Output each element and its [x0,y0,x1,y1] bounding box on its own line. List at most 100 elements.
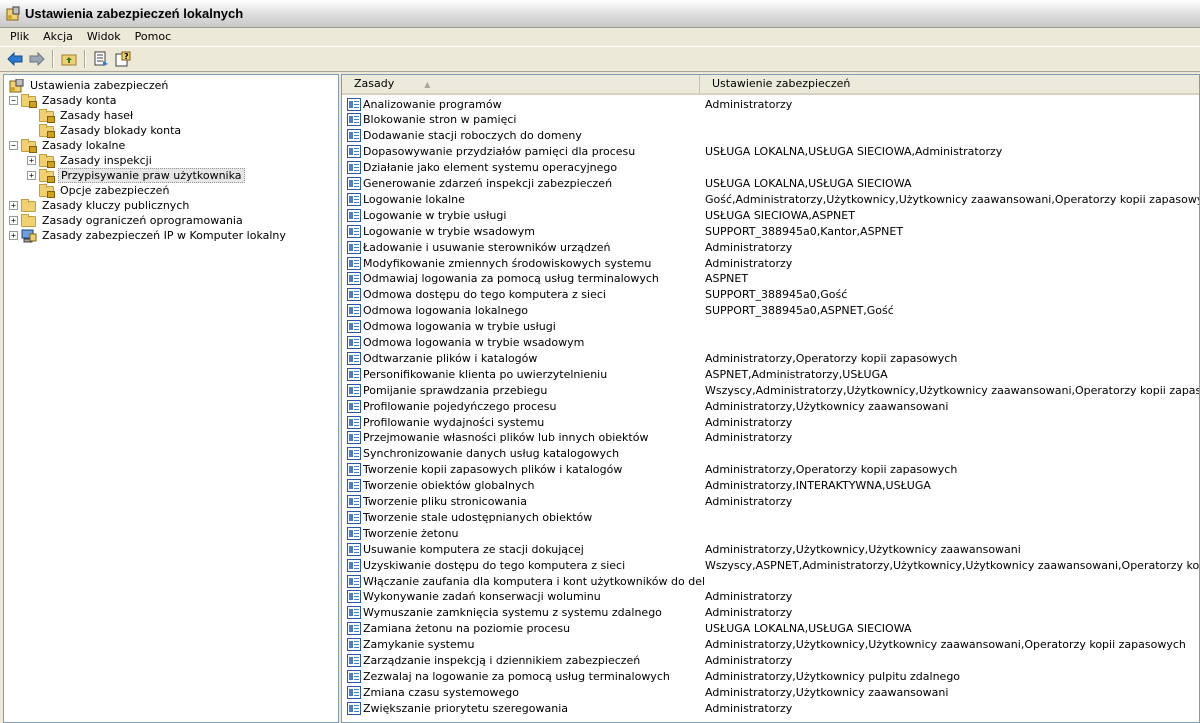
policy-setting: Administratorzy,Operatorzy kopii zapasow… [705,351,958,365]
policy-row[interactable]: Logowanie w trybie wsadowym SUPPORT_38894… [342,223,1199,239]
tree-node-label: Przypisywanie praw użytkownika [58,168,245,183]
policy-row[interactable]: Wykonywanie zadań konserwacji woluminu Ad… [342,589,1199,605]
ip-security-icon [21,229,37,243]
forward-button[interactable] [26,49,48,69]
policy-row[interactable]: Zezwalaj na logowanie za pomocą usług te… [342,668,1199,684]
policy-icon [347,542,361,556]
policy-list[interactable]: Zasady ▲ Ustawienie zabezpieczeń Analizow… [341,74,1200,723]
policy-row[interactable]: Pomijanie sprawdzania przebiegu Wszyscy,A… [342,382,1199,398]
policy-row[interactable]: Uzyskiwanie dostępu do tego komputera z … [342,557,1199,573]
policy-row[interactable]: Tworzenie żetonu [342,525,1199,541]
expand-icon[interactable]: + [27,156,36,165]
policy-setting: Administratorzy [705,97,793,111]
collapse-icon[interactable]: − [9,96,18,105]
policy-row[interactable]: Odtwarzanie plików i katalogów Administra… [342,350,1199,366]
policy-row[interactable]: Tworzenie stale udostępnianych obiektów [342,509,1199,525]
back-button[interactable] [4,49,26,69]
column-header-zasady[interactable]: Zasady ▲ [342,75,700,93]
tree-root[interactable]: Ustawienia zabezpieczeń [9,78,170,93]
sort-ascending-icon: ▲ [424,80,431,89]
policy-row[interactable]: Profilowanie pojedyńczego procesu Adminis… [342,398,1199,414]
menu-plik[interactable]: Plik [3,29,36,45]
policy-row[interactable]: Odmawiaj logowania za pomocą usług termi… [342,271,1199,287]
policy-row[interactable]: Odmowa logowania lokalnego SUPPORT_388945… [342,303,1199,319]
policy-name: Odmowa logowania lokalnego [363,304,529,318]
main-content: Ustawienia zabezpieczeń − Zasady konta Zas… [0,74,1200,723]
help-button[interactable]: ? [112,49,134,69]
policy-row[interactable]: Włączanie zaufania dla komputera i kont … [342,573,1199,589]
policy-name: Pomijanie sprawdzania przebiegu [363,383,548,397]
policy-row[interactable]: Zarządzanie inspekcją i dziennikiem zabe… [342,653,1199,669]
policy-row[interactable]: Personifikowanie klienta po uwierzytelni… [342,366,1199,382]
policy-row[interactable]: Zmiana czasu systemowego Administratorzy,… [342,684,1199,700]
policy-icon [347,622,361,636]
policy-icon [347,510,361,524]
policy-row[interactable]: Zamykanie systemu Administratorzy,Użytkow… [342,637,1199,653]
expand-icon[interactable]: + [27,171,36,180]
tree-node[interactable]: + Przypisywanie praw użytkownika [27,168,245,183]
lock-folder-icon [39,124,55,138]
console-tree[interactable]: Ustawienia zabezpieczeń − Zasady konta Zas… [3,74,339,723]
policy-row[interactable]: Modyfikowanie zmiennych środowiskowych s… [342,255,1199,271]
toolbar-separator [52,50,54,68]
tree-node[interactable]: − Zasady lokalne [9,138,127,153]
policy-row[interactable]: Ładowanie i usuwanie sterowników urządze… [342,239,1199,255]
column-header-ustawienie[interactable]: Ustawienie zabezpieczeń [700,75,1199,93]
policy-name: Wykonywanie zadań konserwacji woluminu [363,590,601,604]
tree-node[interactable]: + Zasady zabezpieczeń IP w Komputer lokal… [9,228,288,243]
export-list-button[interactable] [90,49,112,69]
tree-node[interactable]: + Zasady ograniczeń oprogramowania [9,213,245,228]
tree-node[interactable]: + Zasady inspekcji [27,153,154,168]
collapse-icon[interactable]: − [9,141,18,150]
policy-setting: Administratorzy [705,431,793,445]
policy-row[interactable]: Profilowanie wydajności systemu Administr… [342,414,1199,430]
help-icon: ? [115,51,131,67]
tree-node[interactable]: Opcje zabezpieczeń [27,183,171,198]
policy-row[interactable]: Tworzenie pliku stronicowania Administrat… [342,494,1199,510]
policy-row[interactable]: Generowanie zdarzeń inspekcji zabezpiecz… [342,176,1199,192]
lock-folder-icon [39,154,55,168]
tree-node[interactable]: − Zasady konta [9,93,118,108]
policy-setting: Administratorzy,Użytkownicy pulpitu zdal… [705,669,961,683]
policy-row[interactable]: Działanie jako element systemu operacyjn… [342,160,1199,176]
policy-row[interactable]: Blokowanie stron w pamięci [342,112,1199,128]
tree-node[interactable]: Zasady blokady konta [27,123,183,138]
up-one-level-button[interactable] [58,49,80,69]
policy-row[interactable]: Analizowanie programów Administratorzy [342,96,1199,112]
export-list-icon [94,51,108,66]
policy-setting: USŁUGA SIECIOWA,ASPNET [705,208,855,222]
policy-row[interactable]: Przejmowanie własności plików lub innych… [342,430,1199,446]
policy-row[interactable]: Logowanie lokalne Gość,Administratorzy,Uż… [342,191,1199,207]
policy-icon [347,638,361,652]
policy-row[interactable]: Tworzenie obiektów globalnych Administrat… [342,478,1199,494]
policy-name: Tworzenie pliku stronicowania [363,495,527,508]
expand-icon[interactable]: + [9,216,18,225]
menu-pomoc[interactable]: Pomoc [128,29,178,45]
expand-icon[interactable]: + [9,231,18,240]
policy-row[interactable]: Dodawanie stacji roboczych do domeny [342,128,1199,144]
policy-row[interactable]: Odmowa logowania w trybie usługi [342,319,1199,335]
expand-icon[interactable]: + [9,201,18,210]
policy-icon [347,351,361,365]
policy-setting: Administratorzy,Użytkownicy,Użytkownicy … [705,638,1186,652]
policy-row[interactable]: Zwiększanie priorytetu szeregowania Admin… [342,700,1199,716]
policy-icon [347,495,361,508]
policy-icon [347,113,361,127]
policy-row[interactable]: Logowanie w trybie usługi USŁUGA SIECIOWA… [342,207,1199,223]
policy-row[interactable]: Usuwanie komputera ze stacji dokującej Ad… [342,541,1199,557]
policy-row[interactable]: Synchronizowanie danych usług katalogowy… [342,446,1199,462]
policy-row[interactable]: Tworzenie kopii zapasowych plików i kata… [342,462,1199,478]
lock-folder-icon [21,139,37,153]
policy-row[interactable]: Odmowa dostępu do tego komputera z sieci… [342,287,1199,303]
policy-row[interactable]: Odmowa logowania w trybie wsadowym [342,335,1199,351]
security-settings-icon [9,78,25,93]
menu-akcja[interactable]: Akcja [36,29,80,45]
tree-node[interactable]: Zasady haseł [27,108,135,123]
policy-setting: USŁUGA LOKALNA,USŁUGA SIECIOWA [705,622,912,636]
tree-node[interactable]: + Zasady kluczy publicznych [9,198,191,213]
policy-row[interactable]: Wymuszanie zamknięcia systemu z systemu … [342,605,1199,621]
tree-node-label: Zasady ograniczeń oprogramowania [42,214,243,227]
menu-widok[interactable]: Widok [80,29,128,45]
policy-row[interactable]: Dopasowywanie przydziałów pamięci dla pr… [342,144,1199,160]
policy-row[interactable]: Zamiana żetonu na poziomie procesu USŁUGA… [342,621,1199,637]
